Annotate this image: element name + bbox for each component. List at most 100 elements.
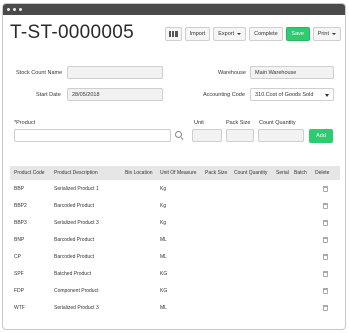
page-title: T-ST-0000005 [10,22,135,43]
accounting-code-label: Accounting Code [203,92,245,98]
unit-of-measure-cell: KG [160,287,168,294]
product-code-cell: BNP [14,236,25,243]
column-header[interactable]: Unit Of Measure [156,170,201,176]
column-header[interactable]: Pack Size [201,170,230,176]
trash-icon[interactable] [323,219,328,226]
warehouse-label: Warehouse [218,70,246,76]
grid-view-button[interactable] [164,27,182,41]
pack-size-field[interactable] [226,129,254,142]
start-date-label: Start Date [36,92,61,98]
toolbar: Import Export Complete Save Print [164,27,341,41]
delete-cell [311,287,340,294]
trash-icon[interactable] [323,304,328,311]
product-description-cell: Component Product [54,287,99,294]
add-button[interactable]: Add [309,129,333,143]
table-row[interactable]: CP Barcoded Product ML [10,248,340,265]
chevron-down-icon [325,94,329,97]
product-description-cell: Barcoded Product [54,253,95,260]
trash-icon[interactable] [323,253,328,260]
warehouse-field[interactable]: Main Warehouse [250,66,334,79]
save-button-label: Save [291,31,304,37]
product-code-cell: BBP3 [14,219,27,226]
product-code-cell: CP [14,253,21,260]
window-dot-icon [19,8,22,11]
trash-icon[interactable] [323,236,328,243]
start-date-field[interactable]: 28/05/2018 [67,88,163,101]
delete-cell [311,270,340,277]
import-button-label: Import [189,31,206,37]
table-row[interactable]: BBP Serialized Product 1 Kg [10,180,340,197]
add-button-label: Add [316,133,326,139]
delete-cell [311,253,340,260]
column-header[interactable]: Product Code [10,170,50,176]
window-titlebar [3,4,345,15]
stock-count-table: Product Code Product Description Bin Loc… [10,166,340,316]
trash-icon[interactable] [323,270,328,277]
unit-of-measure-cell: ML [160,236,167,243]
complete-button[interactable]: Complete [249,27,283,41]
delete-cell [311,236,340,243]
unit-of-measure-cell: Kg [160,202,167,209]
column-header[interactable]: Count Quantity [230,170,272,176]
product-description-cell: Barcoded Product [54,236,95,243]
unit-field[interactable] [192,129,222,142]
unit-label: Unit [194,120,204,126]
import-button[interactable]: Import [184,27,211,41]
unit-of-measure-cell: ML [160,304,167,311]
product-code-cell: BBP [14,185,25,192]
unit-of-measure-cell: Kg [160,219,167,226]
window-dot-icon [7,8,10,11]
table-header: Product Code Product Description Bin Loc… [10,166,340,180]
delete-cell [311,304,340,311]
column-header[interactable]: Delete [311,170,340,176]
table-row[interactable]: WTF Serialized Product 3 ML [10,299,340,316]
print-dropdown[interactable]: Print [312,27,341,41]
table-row[interactable]: FDP Component Product KG [10,282,340,299]
complete-button-label: Complete [254,31,278,37]
trash-icon[interactable] [323,287,328,294]
delete-cell [311,219,340,226]
search-icon[interactable] [175,131,182,138]
table-body: BBP Serialized Product 1 Kg BBP2 Barcoded Pr… [10,180,340,316]
table-row[interactable]: SPF Batched Product KG [10,265,340,282]
window-dot-icon [13,8,16,11]
column-header[interactable]: Product Description [50,170,121,176]
column-header[interactable]: Bin Location [121,170,156,176]
product-description-cell: Serialized Product 1 [54,185,99,192]
product-description-cell: Batched Product [54,270,91,277]
delete-cell [311,202,340,209]
unit-of-measure-cell: Kg [160,185,167,192]
stock-count-name-field[interactable] [67,66,163,79]
print-button-label: Print [317,31,329,37]
trash-icon[interactable] [323,202,328,209]
trash-icon[interactable] [323,185,328,192]
unit-of-measure-cell: ML [160,253,167,260]
product-label: *Product [14,120,36,126]
stock-count-name-label: Stock Count Name [16,70,63,76]
product-code-cell: SPF [14,270,24,277]
unit-of-measure-cell: KG [160,270,168,277]
chevron-down-icon [237,33,242,35]
table-row[interactable]: BBP2 Barcoded Product Kg [10,197,340,214]
column-header[interactable]: Batch [290,170,311,176]
accounting-code-select[interactable]: 310.Cost of Goods Sold [250,88,334,101]
export-button-label: Export [218,31,235,37]
count-quantity-label: Count Quantity [259,120,296,126]
product-input[interactable] [14,129,171,142]
count-quantity-field[interactable] [258,129,304,142]
pack-size-label: Pack Size [226,120,251,126]
product-code-cell: FDP [14,287,24,294]
product-code-cell: WTF [14,304,25,311]
chevron-down-icon [332,33,336,35]
grid-icon [168,31,178,37]
table-row[interactable]: BNP Barcoded Product ML [10,231,340,248]
product-description-cell: Barcoded Product [54,202,95,209]
product-code-cell: BBP2 [14,202,27,209]
table-row[interactable]: BBP3 Serialized Product 3 Kg [10,214,340,231]
delete-cell [311,185,340,192]
column-header[interactable]: Serial [272,170,290,176]
save-button[interactable]: Save [285,27,310,41]
product-description-cell: Serialized Product 3 [54,219,99,226]
product-description-cell: Serialized Product 3 [54,304,99,311]
export-dropdown[interactable]: Export [213,27,247,41]
